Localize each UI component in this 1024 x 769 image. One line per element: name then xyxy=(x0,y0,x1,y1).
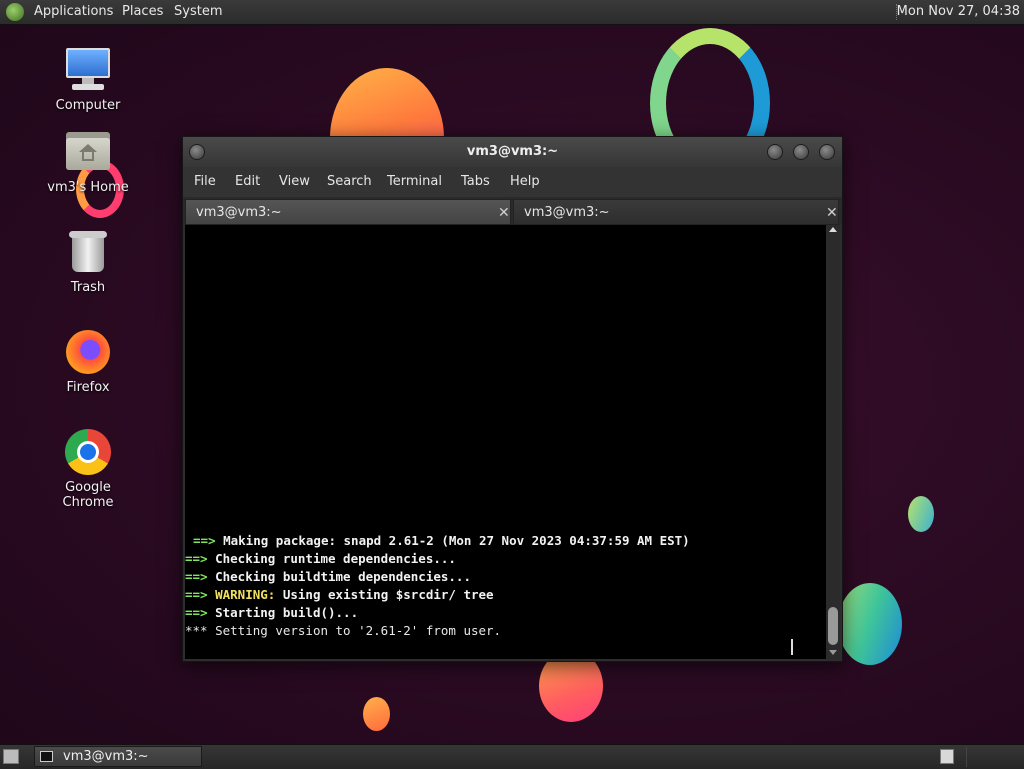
distro-logo-icon[interactable] xyxy=(6,3,24,21)
firefox-icon xyxy=(64,328,112,376)
clock[interactable]: Mon Nov 27, 04:38 xyxy=(889,0,1024,24)
scroll-up-icon[interactable] xyxy=(829,227,837,232)
tab-1[interactable]: vm3@vm3:~ ✕ xyxy=(185,199,511,225)
desktop-icon-computer[interactable]: Computer xyxy=(38,46,138,113)
places-menu[interactable]: Places xyxy=(122,0,163,24)
tab-label: vm3@vm3:~ xyxy=(524,205,610,220)
tab-bar: vm3@vm3:~ ✕ vm3@vm3:~ ✕ xyxy=(183,197,842,225)
maximize-button[interactable] xyxy=(793,144,809,160)
system-menu[interactable]: System xyxy=(174,0,222,24)
desktop-icon-firefox[interactable]: Firefox xyxy=(38,328,138,395)
terminal-line: ==> WARNING: Using existing $srcdir/ tre… xyxy=(185,587,494,602)
text-cursor-icon xyxy=(791,639,793,655)
tab-label: vm3@vm3:~ xyxy=(196,205,282,220)
workspace-area[interactable] xyxy=(966,747,1023,767)
terminal-output[interactable]: ==> Making package: snapd 2.61-2 (Mon 27… xyxy=(185,225,826,659)
terminal-line: ==> Checking runtime dependencies... xyxy=(185,551,456,566)
menu-edit[interactable]: Edit xyxy=(235,167,260,197)
desktop-icon-label: vm3's Home xyxy=(47,180,129,195)
show-desktop-icon[interactable] xyxy=(3,749,19,764)
menu-terminal[interactable]: Terminal xyxy=(387,167,442,197)
warning-label: WARNING: xyxy=(215,587,276,602)
desktop-icon-label: Computer xyxy=(55,98,121,113)
terminal-line: *** Setting version to '2.61-2' from use… xyxy=(185,623,502,638)
computer-icon xyxy=(64,46,112,94)
taskbar-label: vm3@vm3:~ xyxy=(63,749,149,764)
minimize-button[interactable] xyxy=(767,144,783,160)
menu-tabs[interactable]: Tabs xyxy=(461,167,490,197)
desktop-icon-label: Google Chrome xyxy=(62,480,114,510)
menu-search[interactable]: Search xyxy=(327,167,372,197)
terminal-icon xyxy=(40,751,53,762)
close-tab-icon[interactable]: ✕ xyxy=(826,200,838,226)
terminal-scrollbar[interactable] xyxy=(826,225,840,659)
desktop-icon-label: Firefox xyxy=(66,380,110,395)
terminal-line: ==> Starting build()... xyxy=(185,605,359,620)
wallpaper-blob xyxy=(908,496,934,532)
tab-2[interactable]: vm3@vm3:~ ✕ xyxy=(513,199,839,225)
desktop-icon-label: Trash xyxy=(70,280,106,295)
close-tab-icon[interactable]: ✕ xyxy=(498,200,510,226)
bottom-panel: vm3@vm3:~ xyxy=(0,744,1024,769)
applications-menu[interactable]: Applications xyxy=(34,0,113,24)
desktop-icon-chrome[interactable]: Google Chrome xyxy=(38,428,138,510)
scrollbar-thumb[interactable] xyxy=(828,607,838,645)
home-folder-icon xyxy=(64,128,112,176)
desktop-icon-trash[interactable]: Trash xyxy=(38,228,138,295)
wallpaper-blob xyxy=(363,697,390,731)
menu-help[interactable]: Help xyxy=(510,167,540,197)
chrome-icon xyxy=(64,428,112,476)
terminal-window: vm3@vm3:~ File Edit View Search Terminal… xyxy=(182,136,843,662)
top-panel: Applications Places System Mon Nov 27, 0… xyxy=(0,0,1024,25)
window-titlebar[interactable]: vm3@vm3:~ xyxy=(183,137,842,167)
close-window-button[interactable] xyxy=(819,144,835,160)
wallpaper-blob xyxy=(838,583,902,665)
menu-view[interactable]: View xyxy=(279,167,310,197)
desktop-icon-home[interactable]: vm3's Home xyxy=(38,128,138,195)
trash-icon xyxy=(64,228,112,276)
terminal-line: ==> Making package: snapd 2.61-2 (Mon 27… xyxy=(193,533,690,548)
taskbar-terminal-button[interactable]: vm3@vm3:~ xyxy=(34,746,202,767)
workspace-switcher-icon[interactable] xyxy=(940,749,954,764)
scroll-down-icon[interactable] xyxy=(829,650,837,655)
terminal-line: ==> Checking buildtime dependencies... xyxy=(185,569,471,584)
menubar: File Edit View Search Terminal Tabs Help xyxy=(183,167,842,197)
window-title: vm3@vm3:~ xyxy=(466,144,559,159)
menu-file[interactable]: File xyxy=(194,167,216,197)
